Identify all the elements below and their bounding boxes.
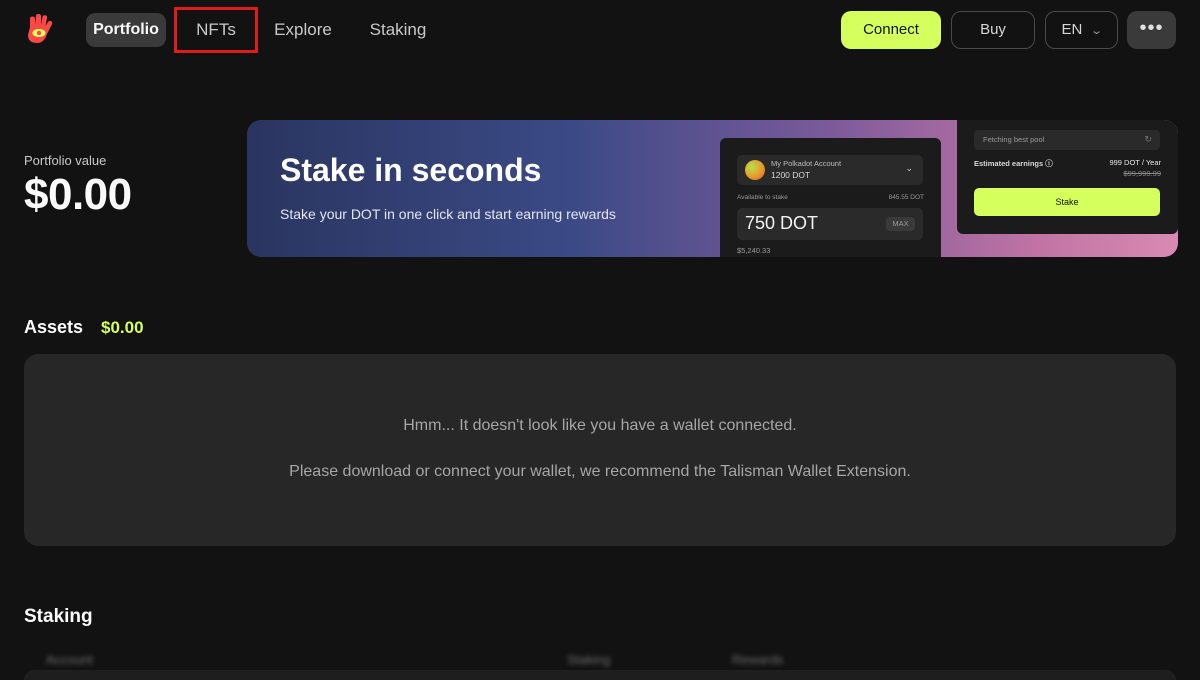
assets-empty-panel: Hmm... It doesn't look like you have a w… xyxy=(24,354,1176,546)
pool-placeholder: Fetching best pool xyxy=(983,135,1045,144)
chevron-down-icon: ⌄ xyxy=(1090,25,1104,37)
account-balance: 1200 DOT xyxy=(771,170,811,180)
nav-portfolio[interactable]: Portfolio xyxy=(86,13,166,47)
talisman-logo-icon[interactable] xyxy=(22,13,58,49)
earnings-label: Estimated earnings ⓘ xyxy=(974,159,1053,168)
pool-selector-preview: Fetching best pool ↻ xyxy=(974,130,1160,150)
nav-staking[interactable]: Staking xyxy=(360,13,436,47)
stake-button-preview: Stake xyxy=(974,188,1160,216)
refresh-icon: ↻ xyxy=(1144,134,1152,144)
portfolio-value-label: Portfolio value xyxy=(24,153,107,168)
account-name: My Polkadot Account xyxy=(771,159,842,168)
available-value: 845.55 DOT xyxy=(888,194,924,201)
info-icon: ⓘ xyxy=(1045,159,1053,168)
portfolio-value: $0.00 xyxy=(24,170,132,219)
banner-subtitle: Stake your DOT in one click and start ea… xyxy=(280,206,616,222)
stake-preview-card: My Polkadot Account 1200 DOT ⌄ Available… xyxy=(720,138,941,257)
ellipsis-icon: ••• xyxy=(1139,17,1164,39)
amount-input-preview: 750 DOT MAX xyxy=(737,208,923,240)
account-avatar xyxy=(745,160,765,180)
column-header-rewards: Rewards xyxy=(732,652,784,667)
banner-title: Stake in seconds xyxy=(280,152,542,188)
column-header-account: Account xyxy=(46,652,93,667)
nav-nfts[interactable]: NFTs xyxy=(174,7,258,53)
available-label: Available to stake xyxy=(737,194,788,201)
earnings-value: 999 DOT / Year xyxy=(1109,158,1161,167)
stake-summary-card: Fetching best pool ↻ Estimated earnings … xyxy=(957,120,1178,234)
column-header-staking: Staking xyxy=(567,652,611,667)
language-label: EN xyxy=(1061,21,1083,38)
language-select[interactable]: EN ⌄ xyxy=(1045,11,1118,49)
assets-total: $0.00 xyxy=(101,318,144,337)
account-selector-preview: My Polkadot Account 1200 DOT ⌄ xyxy=(737,155,923,185)
fiat-value: $5,240.33 xyxy=(737,246,771,255)
buy-button[interactable]: Buy xyxy=(951,11,1035,49)
max-pill: MAX xyxy=(886,217,915,231)
earnings-fiat: $99,999.99 xyxy=(1123,169,1161,178)
assets-title: Assets xyxy=(24,317,84,337)
chevron-down-icon: ⌄ xyxy=(905,163,913,173)
staking-title: Staking xyxy=(24,606,93,627)
more-menu-button[interactable]: ••• xyxy=(1127,11,1176,49)
nav-explore[interactable]: Explore xyxy=(264,13,342,47)
empty-message-secondary: Please download or connect your wallet, … xyxy=(289,463,911,480)
stake-promo-banner[interactable]: Stake in seconds Stake your DOT in one c… xyxy=(247,120,1178,257)
staking-table-row xyxy=(24,670,1176,680)
amount-value: 750 DOT xyxy=(745,213,819,233)
connect-button[interactable]: Connect xyxy=(841,11,941,49)
empty-message-primary: Hmm... It doesn't look like you have a w… xyxy=(403,417,797,434)
